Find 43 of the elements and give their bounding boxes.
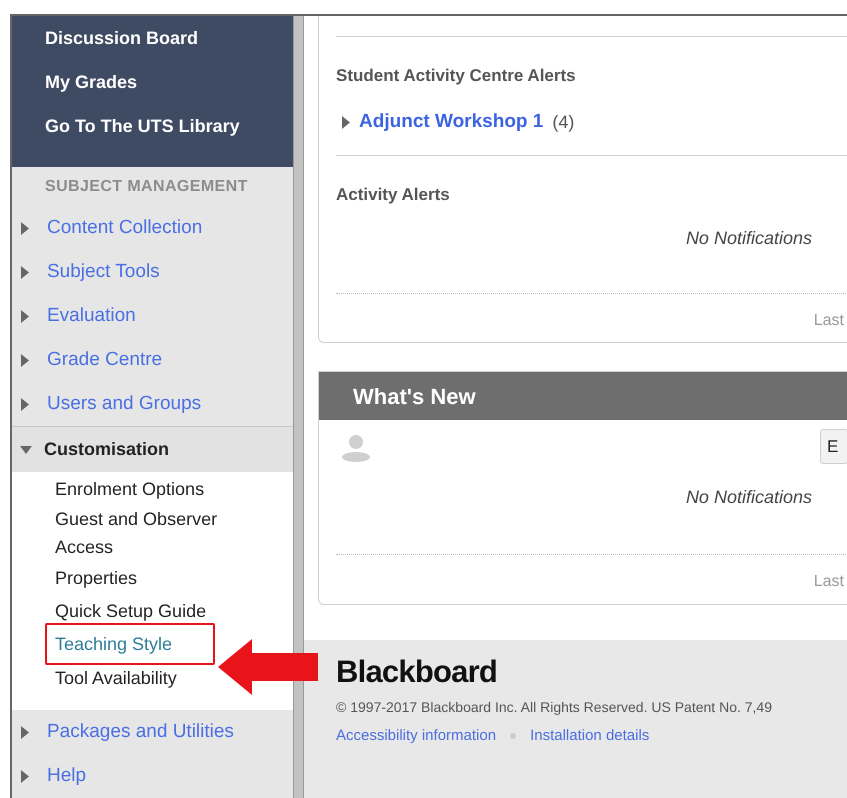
copyright-text: © 1997-2017 Blackboard Inc. All Rights Reserved. US Patent No. 7,49 — [336, 698, 774, 717]
sidebar-link[interactable]: Go To The UTS Library — [45, 112, 240, 140]
submenu-link[interactable]: Tool Availability — [45, 664, 187, 692]
user-avatar-icon — [341, 432, 371, 462]
alert-count: (4) — [552, 111, 574, 133]
menu-link[interactable]: Evaluation — [47, 302, 136, 330]
last-updated-label: Last — [814, 572, 844, 592]
submenu-link[interactable]: Quick Setup Guide — [45, 596, 216, 624]
expand-arrow-icon[interactable] — [21, 310, 29, 322]
menu-link[interactable]: Packages and Utilities — [47, 718, 234, 746]
sidebar-link[interactable]: My Grades — [45, 68, 138, 96]
section-heading: SUBJECT MANAGEMENT — [45, 176, 248, 196]
expand-arrow-icon[interactable] — [21, 398, 29, 410]
menu-link[interactable]: Users and Groups — [47, 390, 202, 418]
footer-link[interactable]: Accessibility information — [336, 725, 496, 747]
submenu-link[interactable]: Teaching Style — [45, 623, 215, 665]
separator-dot-icon — [510, 733, 516, 739]
expand-arrow-icon[interactable] — [342, 116, 350, 128]
sidebar-splitter[interactable] — [293, 16, 304, 798]
menu-link[interactable]: Subject Tools — [47, 258, 160, 286]
menu-link[interactable]: Help — [47, 762, 86, 790]
collapse-arrow-icon[interactable] — [20, 446, 32, 454]
empty-message: No Notifications — [686, 227, 812, 249]
empty-message: No Notifications — [686, 486, 812, 508]
submenu-link[interactable]: Properties — [45, 564, 148, 592]
sidebar-link[interactable]: Discussion Board — [45, 24, 198, 52]
expand-arrow-icon[interactable] — [21, 222, 29, 234]
menu-link[interactable]: Content Collection — [47, 214, 202, 242]
expand-arrow-icon[interactable] — [21, 266, 29, 278]
edit-button[interactable]: E — [820, 429, 847, 464]
blackboard-logo: Blackboard — [336, 654, 498, 690]
section-heading: Student Activity Centre Alerts — [336, 65, 577, 87]
expand-arrow-icon[interactable] — [21, 726, 29, 738]
course-link[interactable]: Adjunct Workshop 1 — [359, 111, 544, 133]
menu-link[interactable]: Grade Centre — [47, 346, 162, 374]
last-updated-label: Last — [814, 311, 844, 331]
expand-arrow-icon[interactable] — [21, 354, 29, 366]
footer-link[interactable]: Installation details — [530, 725, 650, 747]
submenu-link[interactable]: Enrolment Options — [45, 474, 214, 502]
expand-arrow-icon[interactable] — [21, 770, 29, 782]
submenu-link[interactable]: Guest and Observer Access — [45, 505, 273, 561]
section-heading: Activity Alerts — [336, 184, 451, 206]
card-title: What's New — [353, 382, 476, 410]
